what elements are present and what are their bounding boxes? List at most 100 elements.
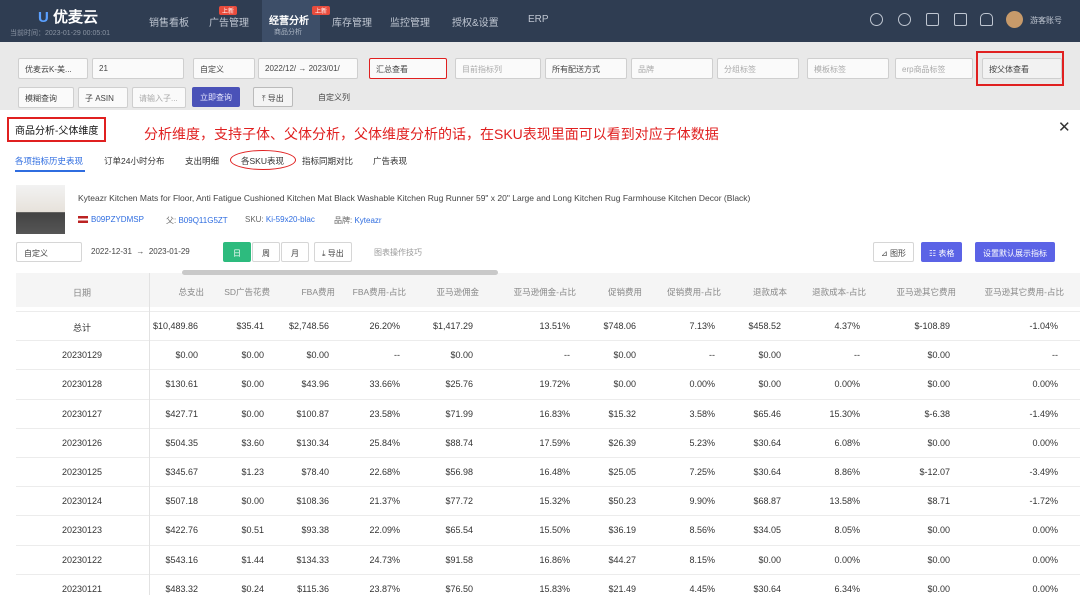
template-tag-select[interactable]: 模板标签: [807, 58, 889, 79]
horizontal-scrollbar[interactable]: [182, 270, 498, 275]
service-icon[interactable]: [870, 13, 883, 26]
default-metrics-button[interactable]: 设置默认展示指标: [975, 242, 1055, 262]
custom-columns-button[interactable]: 自定义列: [310, 87, 358, 107]
column-header-amazon-other-fee-ratio[interactable]: 亚马逊其它费用-占比: [985, 286, 1064, 298]
column-header-fba-fee-ratio[interactable]: FBA费用-占比: [353, 286, 406, 298]
cell-amazon-other-fee-ratio: -1.49%: [1029, 408, 1058, 419]
date-mode-select[interactable]: 自定义: [193, 58, 255, 79]
cell-promo-fee: $0.00: [613, 350, 636, 361]
cell-amazon-commission-ratio: 16.86%: [539, 554, 570, 565]
granularity-week-button[interactable]: 周: [252, 242, 280, 262]
tab-ad-performance[interactable]: 广告表现: [373, 155, 407, 167]
cell-amazon-commission-ratio: 15.32%: [539, 496, 570, 507]
product-asin[interactable]: B09PZYDMSP: [78, 215, 144, 224]
cell-refund-cost: $0.00: [758, 554, 781, 565]
cell-promo-fee-ratio: 5.23%: [689, 437, 715, 448]
help-icon[interactable]: [898, 13, 911, 26]
nav-authorization-settings[interactable]: 授权&设置: [452, 14, 499, 29]
nav-business-analysis[interactable]: 经营分析: [269, 12, 309, 27]
column-header-promo-fee-ratio[interactable]: 促销费用-占比: [667, 286, 721, 298]
cell-refund-cost: $30.64: [753, 583, 781, 594]
nav-erp[interactable]: ERP: [528, 14, 549, 25]
cell-fba-fee-ratio: 23.87%: [369, 583, 400, 594]
cell-amazon-other-fee: $0.00: [927, 525, 950, 536]
product-sku: SKU: Ki-59x20-blac: [245, 215, 315, 224]
cell-amazon-other-fee: $0.00: [927, 554, 950, 565]
store-count-select[interactable]: 21: [92, 58, 184, 79]
logo-text: 优麦云: [53, 9, 99, 26]
chart-view-button[interactable]: ⊿ 图形: [873, 242, 914, 262]
app-logo[interactable]: U 优麦云: [38, 6, 98, 27]
highlight-oval: [230, 150, 296, 170]
asin-search-input[interactable]: 请输入子...: [132, 87, 186, 108]
cell-refund-cost-ratio: 0.00%: [834, 379, 860, 390]
column-header-amazon-commission-ratio[interactable]: 亚马逊佣金-占比: [514, 286, 576, 298]
column-header-refund-cost[interactable]: 退款成本: [753, 286, 787, 298]
cell-fba-fee: $115.36: [297, 583, 329, 594]
cell-sd-ad-spend: $0.51: [241, 525, 264, 536]
cell-amazon-other-fee: $0.00: [927, 437, 950, 448]
metric-select[interactable]: 目前指标列: [455, 58, 541, 79]
brand-select[interactable]: 品牌: [631, 58, 713, 79]
cell-amazon-commission: $71.99: [445, 408, 473, 419]
date-range[interactable]: 2022-12-31 → 2023-01-29: [84, 242, 197, 262]
cell-amazon-commission: $1,417.29: [432, 321, 473, 331]
cell-fba-fee-ratio: 23.58%: [369, 408, 400, 419]
store-select[interactable]: 优麦云K-美...: [18, 58, 88, 79]
cell-total-spend: $345.67: [165, 467, 198, 477]
erp-tag-select[interactable]: erp商品标签: [895, 58, 973, 79]
avatar[interactable]: [1006, 11, 1023, 28]
column-header-promo-fee[interactable]: 促销费用: [608, 286, 642, 298]
search-mode-select[interactable]: 模糊查询: [18, 87, 74, 108]
cell-sd-ad-spend: $0.00: [241, 379, 264, 390]
tab-metric-history[interactable]: 各项指标历史表现: [15, 155, 83, 167]
column-header-amazon-other-fee[interactable]: 亚马逊其它费用: [896, 286, 956, 298]
chart-export-button[interactable]: ⤓ 导出: [314, 242, 352, 262]
row-divider: [16, 398, 1080, 400]
user-name[interactable]: 游客账号: [1030, 15, 1062, 26]
parent-asin[interactable]: B09Q11G5ZT: [178, 216, 227, 225]
brand-value[interactable]: Kyteazr: [354, 216, 381, 225]
nav-inventory[interactable]: 库存管理: [332, 14, 372, 29]
date-range-input[interactable]: 2022/12/ → 2023/01/: [258, 58, 358, 79]
tab-metric-comparison[interactable]: 指标同期对比: [302, 155, 353, 167]
cell-promo-fee: $0.00: [613, 379, 636, 390]
current-time: 当前时间：2023-01-29 00:05:01: [10, 30, 110, 37]
cell-sd-ad-spend: $1.44: [241, 554, 264, 565]
tab-expense-detail[interactable]: 支出明细: [185, 155, 219, 167]
nav-monitoring[interactable]: 监控管理: [390, 14, 430, 29]
date-mode-select[interactable]: 自定义: [16, 242, 82, 262]
column-header-sd-ad-spend[interactable]: SD广告花费: [224, 286, 270, 298]
column-header-refund-cost-ratio[interactable]: 退款成本-占比: [812, 286, 866, 298]
search-button[interactable]: 立即查询: [192, 87, 240, 107]
row-date: 20230126: [61, 437, 103, 448]
sku-value[interactable]: Ki-59x20-blac: [266, 215, 315, 224]
nav-sales-board[interactable]: 销售看板: [149, 14, 189, 29]
export-button[interactable]: ⤒ 导出: [253, 87, 293, 107]
column-header-fba-fee[interactable]: FBA费用: [301, 286, 335, 298]
column-header-amazon-commission[interactable]: 亚马逊佣金: [436, 286, 479, 298]
asin-type-select[interactable]: 子 ASIN: [78, 87, 128, 108]
cell-promo-fee: $26.39: [608, 437, 636, 448]
shipping-select[interactable]: 所有配送方式: [545, 58, 627, 79]
close-icon[interactable]: ✕: [1058, 118, 1071, 136]
chart-tips-link[interactable]: 图表操作技巧: [367, 242, 429, 262]
table-view-button[interactable]: ☷ 表格: [921, 242, 963, 262]
cell-amazon-commission: $91.58: [445, 554, 473, 565]
cell-amazon-other-fee-ratio: -3.49%: [1029, 467, 1058, 477]
cell-fba-fee-ratio: 26.20%: [369, 321, 400, 331]
granularity-day-button[interactable]: 日: [223, 242, 251, 262]
cart-icon[interactable]: [954, 13, 967, 26]
row-date: 20230121: [61, 583, 103, 594]
nav-ad-management[interactable]: 广告管理: [209, 14, 249, 29]
cell-refund-cost: $65.46: [753, 408, 781, 419]
tab-order-24h[interactable]: 订单24小时分布: [104, 155, 164, 167]
message-icon[interactable]: [926, 13, 939, 26]
bell-icon[interactable]: [980, 13, 993, 26]
cell-amazon-other-fee-ratio: 0.00%: [1032, 437, 1058, 448]
nav-sub-product-analysis[interactable]: 商品分析: [274, 27, 302, 37]
granularity-month-button[interactable]: 月: [281, 242, 309, 262]
group-tag-select[interactable]: 分组标签: [717, 58, 799, 79]
column-header-total-spend[interactable]: 总支出: [178, 286, 204, 298]
summary-view-select[interactable]: 汇总查看: [369, 58, 447, 79]
